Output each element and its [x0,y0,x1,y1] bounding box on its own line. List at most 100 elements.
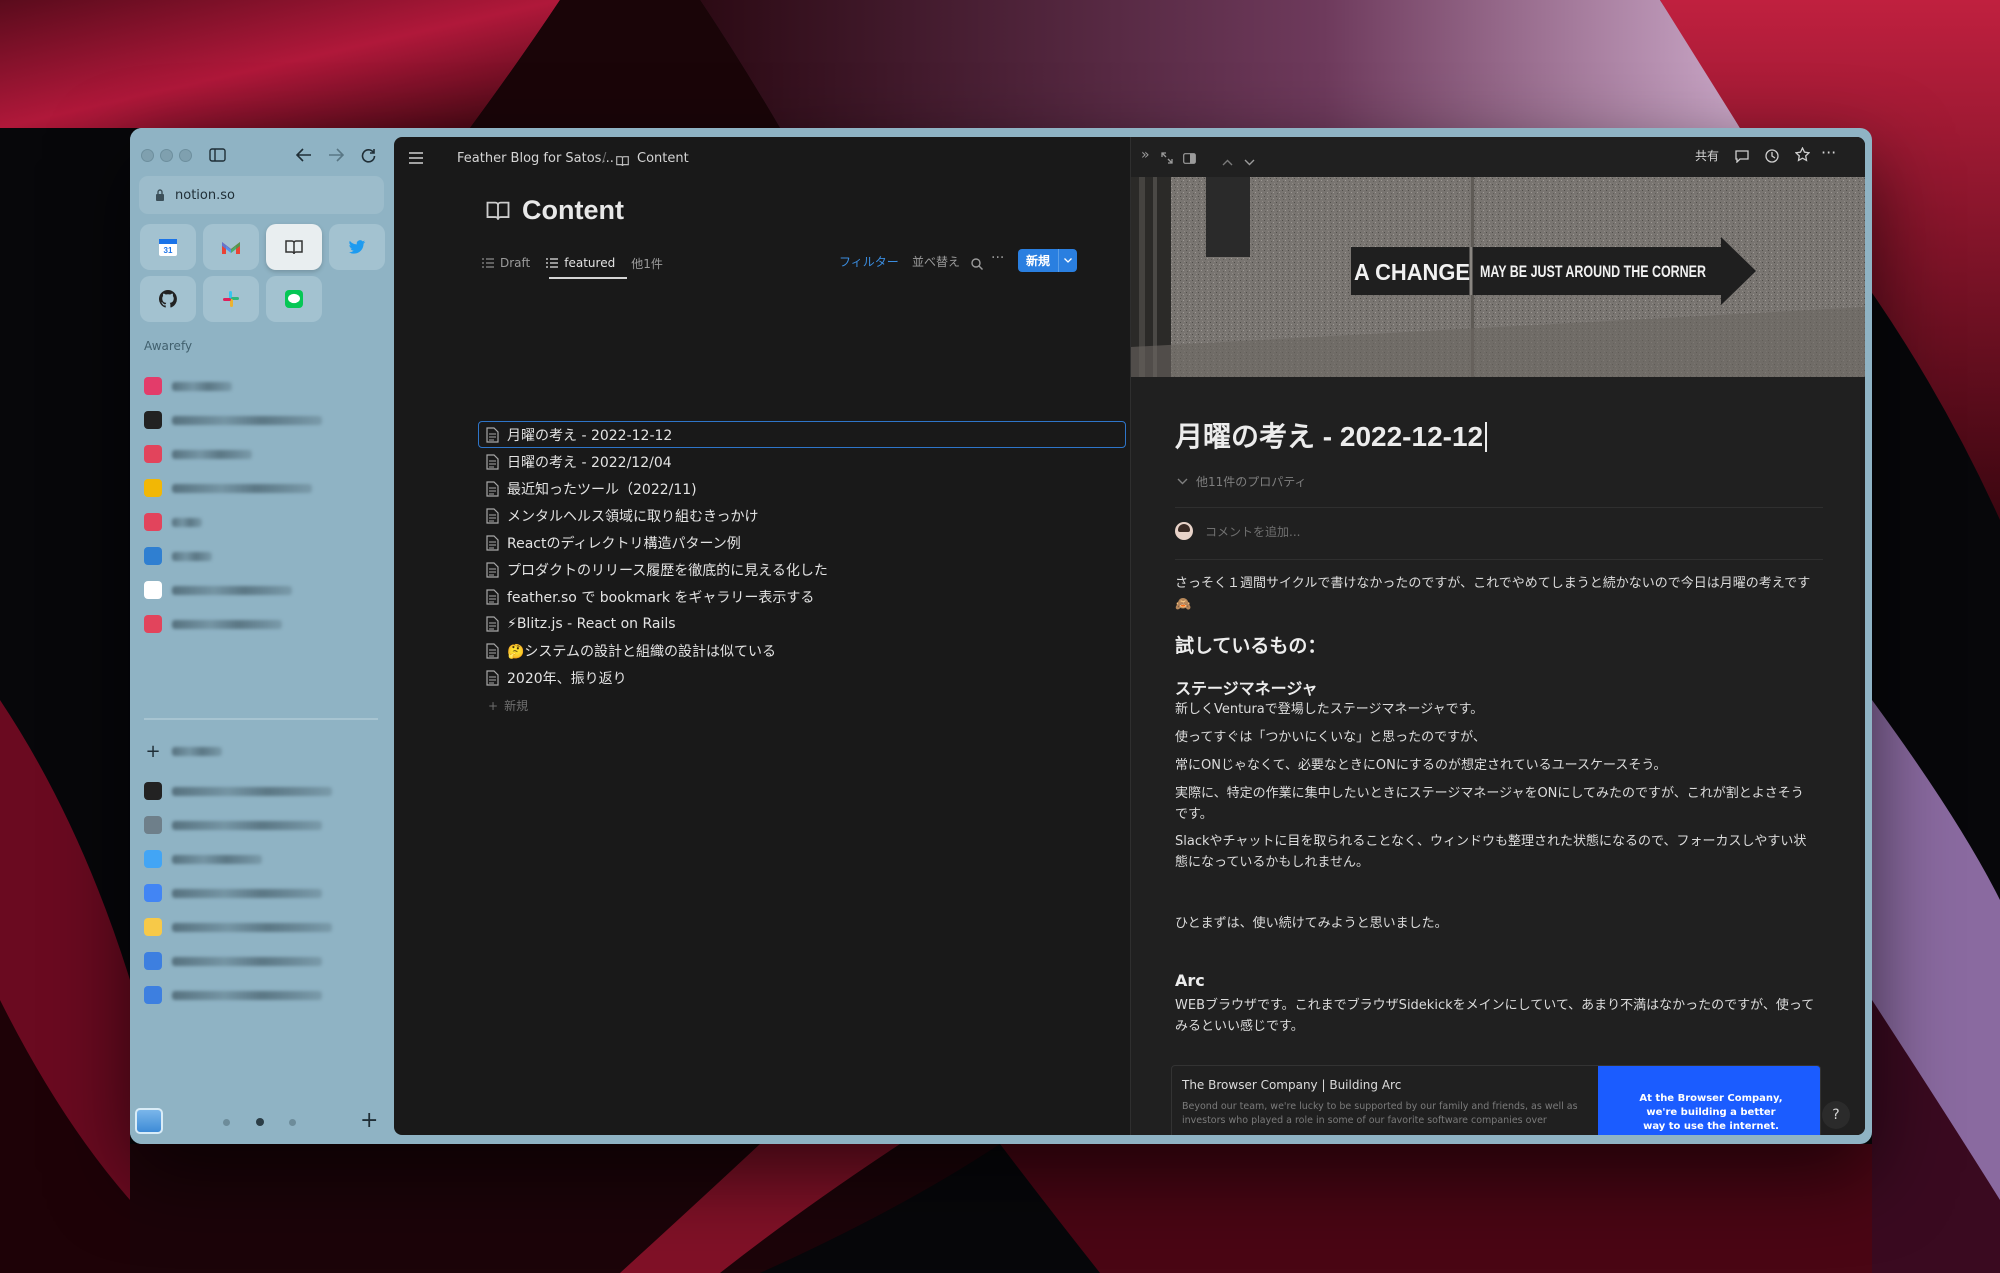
redacted-tab-title [172,888,322,898]
favorite-line[interactable] [266,276,322,322]
database-row[interactable]: 日曜の考え - 2022/12/04 [486,449,1006,475]
database-row[interactable]: 2020年、振り返り [486,665,1006,691]
book-icon [486,201,510,220]
favorite-slack[interactable] [203,276,259,322]
database-row[interactable]: 最近知ったツール（2022/11) [486,476,1006,502]
pinned-tab[interactable] [141,844,384,874]
breadcrumb-page[interactable]: Content [637,151,689,166]
database-row[interactable]: feather.so で bookmark をギャラリー表示する [486,584,1006,610]
space-indicator-dot[interactable] [223,1119,230,1126]
expand-icon[interactable] [1161,149,1173,168]
page-title[interactable]: 月曜の考え - 2022-12-12 [1175,415,1488,455]
favorite-calendar[interactable]: 31 [140,224,196,270]
share-button[interactable]: 共有 [1695,147,1719,164]
space-indicator-dot[interactable] [289,1119,296,1126]
forward-arrow-icon[interactable] [322,141,350,169]
new-tab-button[interactable]: + [141,736,384,766]
close-peek-icon[interactable]: » [1141,147,1150,163]
side-peek-icon[interactable] [1183,149,1196,168]
github-dark-icon [144,816,162,834]
sidebar-tab[interactable] [141,575,384,605]
properties-toggle[interactable]: 他11件のプロパティ [1177,473,1307,490]
favorite-github[interactable] [140,276,196,322]
intro-paragraph[interactable]: さっそく１週間サイクルで書けなかったのですが、これでやめてしまうと続かないので今… [1175,573,1815,615]
database-row[interactable]: プロダクトのリリース履歴を徹底的に見える化した [486,557,1006,583]
heading-trying[interactable]: 試しているもの： [1175,631,1326,658]
database-row[interactable]: 🤔システムの設計と組織の設計は似ている [486,638,1006,664]
reload-icon[interactable] [354,141,382,169]
tab-more-views[interactable]: 他1件 [631,255,663,272]
heading-stage-manager[interactable]: ステージマネージャ [1175,675,1318,699]
zoom-window-button[interactable] [179,149,192,162]
filter-button[interactable]: フィルター [839,253,899,270]
stage-line[interactable]: 常にONじゃなくて、必要なときにONにするのが想定されているユースケースそう。 [1175,755,1815,776]
comment-icon[interactable] [1735,148,1749,167]
more-options-icon[interactable]: ··· [1821,143,1836,162]
database-row[interactable]: 月曜の考え - 2022-12-12 [486,422,1006,448]
sidebar-tab[interactable] [141,405,384,435]
database-row-title: 月曜の考え - 2022-12-12 [507,428,673,444]
menu-icon[interactable] [408,150,424,164]
close-window-button[interactable] [141,149,154,162]
github-icon [159,290,177,308]
favorite-twitter[interactable] [329,224,385,270]
stage-line[interactable]: 実際に、特定の作業に集中したいときにステージマネージャをONにしてみたのですが、… [1175,783,1815,825]
back-arrow-icon[interactable] [290,141,318,169]
sort-button[interactable]: 並べ替え [912,253,960,270]
stage-line[interactable]: 使ってすぐは「つかいにくいな」と思ったのですが、 [1175,727,1815,748]
stage-line[interactable]: Slackやチャットに目を取られることなく、ウィンドウも整理された状態になるので… [1175,831,1815,873]
add-space-icon[interactable]: + [360,1108,378,1133]
sidebar-tab[interactable] [141,439,384,469]
redacted-tab-title [172,922,332,932]
sidebar-tab[interactable] [141,371,384,401]
more-options-icon[interactable]: ··· [991,250,1004,266]
twitter-icon [348,239,366,254]
sidebar-tab[interactable] [141,507,384,537]
comment-input[interactable]: コメントを追加... [1175,522,1300,540]
pinned-tab[interactable] [141,776,384,806]
list-icon [482,258,494,268]
pinned-tab[interactable] [141,980,384,1010]
bookmark-title: The Browser Company | Building Arc [1182,1078,1402,1092]
pinned-tab[interactable] [141,810,384,840]
help-button[interactable]: ? [1822,1101,1850,1129]
chevron-down-icon[interactable] [1058,249,1076,272]
stage-line[interactable]: 新しくVenturaで登場したステージマネージャです。 [1175,699,1815,720]
stage-conclusion[interactable]: ひとまずは、使い続けてみようと思いました。 [1175,913,1815,934]
new-record-button[interactable]: 新規 [1018,249,1077,272]
chevron-down-icon[interactable] [1244,151,1255,170]
search-icon[interactable] [971,255,983,274]
redacted-tab-title [172,619,282,629]
arc-paragraph[interactable]: WEBブラウザです。これまでブラウザSidekickをメインにしていて、あまり不… [1175,995,1815,1037]
tab-draft-label: Draft [500,256,531,270]
heading-arc[interactable]: Arc [1175,971,1205,990]
sidebar-tab[interactable] [141,541,384,571]
sidebar-tab[interactable] [141,609,384,639]
favorite-gmail[interactable] [203,224,259,270]
favorite-notion-active[interactable] [266,224,322,270]
redacted-tab-title [172,786,332,796]
library-folder-icon[interactable] [135,1108,163,1134]
database-row[interactable]: ⚡Blitz.js - React on Rails [486,611,1006,637]
url-bar[interactable]: notion.so [139,176,384,214]
sidebar-tab[interactable] [141,473,384,503]
chevron-up-icon[interactable] [1222,151,1233,170]
pinned-tab[interactable] [141,946,384,976]
bookmark-card[interactable]: The Browser Company | Building Arc Beyon… [1171,1065,1821,1135]
add-row-button[interactable]: + 新規 [488,697,528,714]
toggle-sidebar-icon[interactable] [203,141,231,169]
space-label: Awarefy [144,339,193,353]
database-row[interactable]: Reactのディレクトリ構造パターン例 [486,530,1006,556]
breadcrumb-workspace[interactable]: Feather Blog for Satos... [457,151,614,166]
slack-icon [223,291,239,307]
space-indicator-dot-active[interactable] [256,1118,264,1126]
minimize-window-button[interactable] [160,149,173,162]
history-icon[interactable] [1765,148,1779,167]
database-row[interactable]: メンタルヘルス領域に取り組むきっかけ [486,503,1006,529]
page-cover-image[interactable]: A CHANGE MAY BE JUST AROUND THE CORNER [1131,177,1865,377]
pinned-tab[interactable] [141,878,384,908]
tab-featured[interactable]: featured [546,256,615,270]
favorite-star-icon[interactable] [1794,146,1811,166]
tab-draft[interactable]: Draft [482,256,530,270]
pinned-tab[interactable] [141,912,384,942]
